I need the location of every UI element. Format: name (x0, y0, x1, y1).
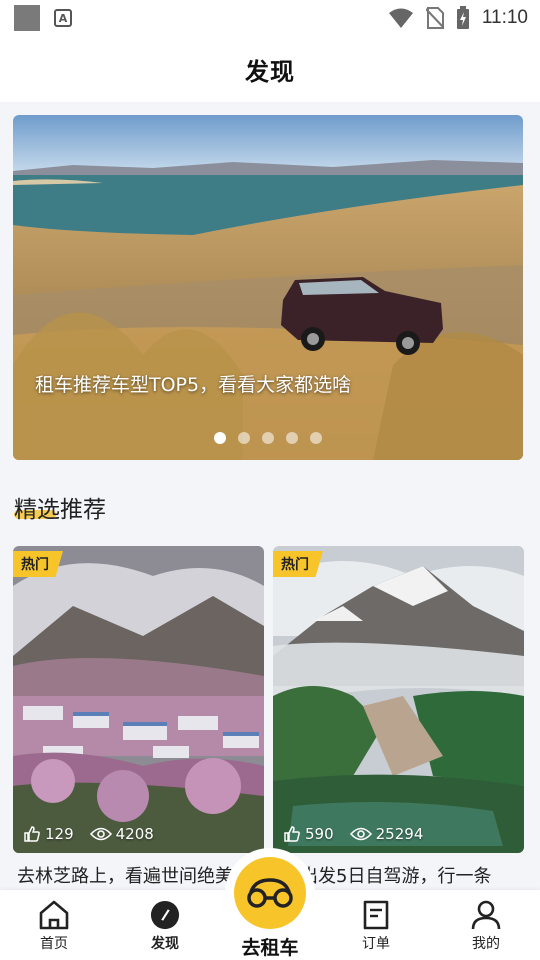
user-icon (471, 900, 501, 930)
thumbs-up-icon (24, 826, 40, 842)
wifi-icon (388, 8, 413, 28)
recommend-card[interactable]: 热门 129 4208 (13, 546, 264, 853)
banner-carousel[interactable]: 租车推荐车型TOP5，看看大家都选啥 (13, 115, 523, 460)
card-image-peach-blossom-village (13, 546, 264, 853)
nav-orders[interactable]: 订单 (336, 900, 416, 953)
carousel-dot[interactable] (286, 432, 298, 444)
thumbs-up-icon (284, 826, 300, 842)
carousel-dot[interactable] (262, 432, 274, 444)
nav-home[interactable]: 首页 (14, 900, 94, 953)
banner-caption: 租车推荐车型TOP5，看看大家都选啥 (35, 374, 352, 396)
rent-car-button-circle (225, 848, 315, 937)
card-title[interactable]: 出发5日自驾游，行一条 (300, 862, 510, 888)
rent-car-button[interactable]: 去租车 (220, 848, 320, 960)
carousel-dot[interactable] (214, 432, 226, 444)
rent-car-button-inner (234, 856, 306, 929)
compass-icon (150, 900, 180, 930)
status-bar: A 11:10 (0, 0, 540, 36)
eye-icon (89, 827, 112, 841)
no-sim-icon (425, 7, 444, 29)
eye-icon (349, 827, 372, 841)
page-header: 发现 (0, 36, 540, 102)
hot-tag: 热门 (273, 551, 323, 577)
hot-tag: 热门 (13, 551, 63, 577)
view-count: 4208 (115, 825, 154, 843)
notification-app-icon (14, 5, 40, 31)
card-stats: 129 4208 (23, 825, 164, 843)
recommend-card[interactable]: 热门 590 25294 (273, 546, 524, 853)
like-count: 590 (305, 825, 334, 843)
section-title: 精选推荐 (14, 497, 106, 523)
card-image-snow-mountain-lake (273, 546, 524, 853)
car-face-icon (247, 877, 293, 908)
status-time: 11:10 (481, 7, 528, 28)
view-count: 25294 (375, 825, 424, 843)
like-count: 129 (45, 825, 74, 843)
carousel-dot[interactable] (310, 432, 322, 444)
battery-charging-icon (456, 6, 469, 29)
carousel-indicator (13, 432, 523, 444)
nav-orders-label: 订单 (362, 936, 390, 952)
nav-home-label: 首页 (40, 936, 68, 952)
page-title: 发现 (245, 57, 295, 86)
keyboard-a-icon: A (54, 9, 72, 27)
nav-mine-label: 我的 (472, 936, 500, 952)
home-icon (39, 900, 69, 930)
card-title[interactable]: 去林芝路上，看遍世间绝美 (17, 862, 247, 888)
nav-discover-label: 发现 (151, 936, 179, 952)
banner-image (13, 115, 523, 460)
carousel-dot[interactable] (238, 432, 250, 444)
nav-mine[interactable]: 我的 (446, 900, 526, 953)
nav-discover[interactable]: 发现 (125, 900, 205, 953)
rent-car-label: 去租车 (241, 937, 299, 959)
card-stats: 590 25294 (283, 825, 433, 843)
order-document-icon (363, 900, 389, 930)
